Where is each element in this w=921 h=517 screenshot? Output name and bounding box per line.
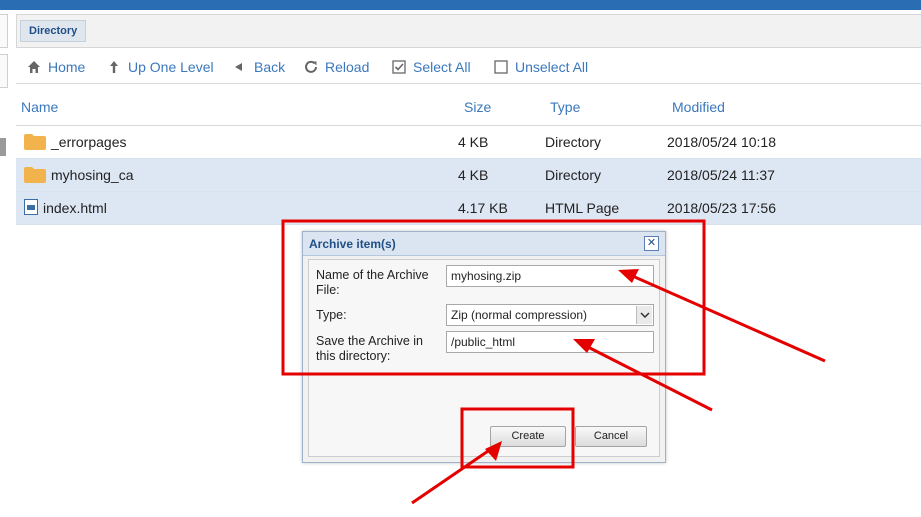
reload-icon bbox=[303, 59, 319, 75]
back-label: Back bbox=[254, 59, 286, 75]
home-label: Home bbox=[48, 59, 86, 75]
back-button[interactable]: Back bbox=[232, 50, 285, 84]
row-size: 4.17 KB bbox=[458, 200, 508, 216]
unselect-all-button[interactable]: Unselect All bbox=[493, 50, 588, 84]
checkbox-checked-icon bbox=[391, 59, 407, 75]
reload-label: Reload bbox=[325, 59, 370, 75]
left-panel-box bbox=[0, 14, 8, 48]
table-row[interactable]: _errorpages 4 KB Directory 2018/05/24 10… bbox=[16, 126, 921, 159]
archive-type-select[interactable]: Zip (normal compression) bbox=[446, 304, 654, 326]
row-name: myhosing_ca bbox=[51, 167, 134, 183]
archive-directory-label-line2: this directory: bbox=[316, 349, 391, 363]
close-icon[interactable]: ✕ bbox=[644, 236, 659, 251]
archive-type-label: Type: bbox=[316, 308, 347, 322]
row-name: index.html bbox=[43, 200, 107, 216]
row-size: 4 KB bbox=[458, 134, 489, 150]
row-name: _errorpages bbox=[51, 134, 127, 150]
dialog-body: Name of the Archive File: myhosing.zip T… bbox=[308, 259, 660, 457]
table-row[interactable]: index.html 4.17 KB HTML Page 2018/05/23 … bbox=[16, 192, 921, 225]
archive-name-input[interactable]: myhosing.zip bbox=[446, 265, 654, 287]
row-type: HTML Page bbox=[545, 200, 620, 216]
up-one-level-button[interactable]: Up One Level bbox=[106, 50, 214, 84]
select-all-label: Select All bbox=[413, 59, 471, 75]
file-toolbar: Home Up One Level Back Reload Select All… bbox=[16, 50, 921, 84]
tab-bar: Directory bbox=[16, 14, 921, 48]
unselect-all-label: Unselect All bbox=[515, 59, 589, 75]
row-size: 4 KB bbox=[458, 167, 489, 183]
left-panel-scroll-marker bbox=[0, 138, 6, 156]
column-header-modified[interactable]: Modified bbox=[672, 99, 725, 115]
archive-directory-input[interactable]: /public_html bbox=[446, 331, 654, 353]
archive-directory-label-line1: Save the Archive in bbox=[316, 334, 424, 348]
table-row[interactable]: myhosing_ca 4 KB Directory 2018/05/24 11… bbox=[16, 159, 921, 192]
left-panel-box bbox=[0, 54, 8, 88]
archive-name-label: Name of the Archive File: bbox=[316, 268, 429, 298]
tab-directory[interactable]: Directory bbox=[20, 20, 87, 42]
home-icon bbox=[26, 59, 42, 75]
dialog-title: Archive item(s) bbox=[309, 237, 396, 251]
select-all-button[interactable]: Select All bbox=[391, 50, 471, 84]
chevron-down-icon[interactable] bbox=[636, 306, 652, 324]
file-list: Name Size Type Modified _errorpages 4 KB… bbox=[16, 88, 921, 225]
row-modified: 2018/05/23 17:56 bbox=[667, 200, 776, 216]
archive-name-label-line2: File: bbox=[316, 283, 340, 297]
file-list-header: Name Size Type Modified bbox=[16, 88, 921, 126]
row-type: Directory bbox=[545, 134, 602, 150]
reload-button[interactable]: Reload bbox=[303, 50, 369, 84]
top-header-bar bbox=[0, 0, 921, 10]
folder-icon bbox=[24, 167, 46, 183]
checkbox-empty-icon bbox=[493, 59, 509, 75]
column-header-type[interactable]: Type bbox=[550, 99, 580, 115]
archive-dialog: Archive item(s) ✕ Name of the Archive Fi… bbox=[302, 231, 666, 463]
arrow-up-icon bbox=[106, 59, 122, 75]
archive-name-label-line1: Name of the Archive bbox=[316, 268, 429, 282]
html-file-icon bbox=[24, 199, 38, 215]
up-one-level-label: Up One Level bbox=[128, 59, 214, 75]
dialog-title-bar[interactable]: Archive item(s) ✕ bbox=[303, 232, 665, 256]
arrow-left-icon bbox=[232, 59, 248, 75]
archive-type-value: Zip (normal compression) bbox=[451, 308, 588, 322]
home-button[interactable]: Home bbox=[26, 50, 85, 84]
row-modified: 2018/05/24 10:18 bbox=[667, 134, 776, 150]
row-modified: 2018/05/24 11:37 bbox=[667, 167, 775, 183]
cancel-button[interactable]: Cancel bbox=[575, 426, 647, 447]
row-type: Directory bbox=[545, 167, 602, 183]
column-header-name[interactable]: Name bbox=[21, 99, 58, 115]
create-button[interactable]: Create bbox=[490, 426, 566, 447]
column-header-size[interactable]: Size bbox=[464, 99, 491, 115]
folder-icon bbox=[24, 134, 46, 150]
archive-directory-label: Save the Archive in this directory: bbox=[316, 334, 423, 364]
